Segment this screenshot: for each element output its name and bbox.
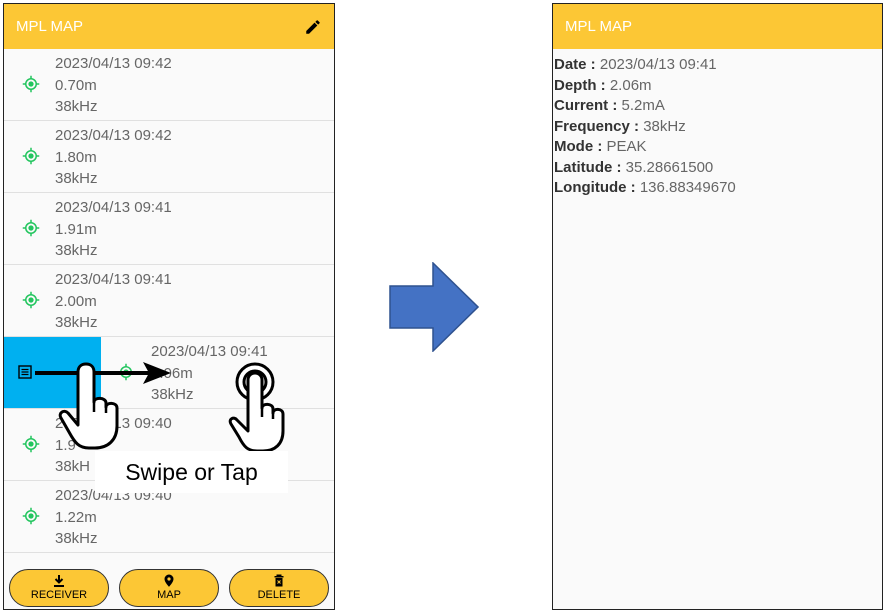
location-icon xyxy=(22,291,40,309)
item-frequency: 38kHz xyxy=(55,170,98,187)
detail-label: Frequency : xyxy=(554,117,640,135)
detail-row: Frequency : 38kHz xyxy=(554,117,881,138)
receiver-label: RECEIVER xyxy=(30,589,88,601)
detail-row: Current : 5.2mA xyxy=(554,96,881,117)
trash-icon xyxy=(274,574,284,587)
detail-value: 38kHz xyxy=(643,117,686,135)
details-icon xyxy=(18,365,32,379)
location-icon xyxy=(22,507,40,525)
item-depth: 0.70m xyxy=(55,76,97,94)
detail-label: Longitude : xyxy=(554,179,636,196)
detail-label: Depth : xyxy=(554,76,606,94)
delete-button[interactable]: DELETE xyxy=(229,568,329,607)
location-icon xyxy=(22,147,40,165)
detail-value: 136.88349670 xyxy=(639,179,736,196)
detail-value: 5.2mA xyxy=(621,97,665,114)
detail-label: Current : xyxy=(554,97,618,114)
detail-row: Mode : PEAK xyxy=(554,137,881,158)
list-item[interactable]: 2023/04/13 09:42 1.80m 38kHz xyxy=(4,121,334,193)
detail-value: 2.06m xyxy=(609,76,652,94)
detail-label: Date : xyxy=(554,56,596,73)
detail-value: 35.28661500 xyxy=(625,158,714,176)
item-frequency: 38kHz xyxy=(55,314,98,331)
detail-value: PEAK xyxy=(606,138,647,155)
gesture-caption: Swipe or Tap xyxy=(95,451,288,493)
hand-pointer-icon xyxy=(58,362,119,450)
detail-row: Longitude : 136.88349670 xyxy=(554,178,881,199)
detail-list: Date : 2023/04/13 09:41 Depth : 2.06m Cu… xyxy=(553,49,882,205)
item-depth: 1.22m xyxy=(55,508,97,526)
location-icon xyxy=(22,435,40,453)
item-date: 2023/04/13 09:41 xyxy=(55,271,172,288)
item-frequency: 38kHz xyxy=(55,530,98,547)
item-depth: 1.80m xyxy=(55,148,97,166)
map-pin-icon xyxy=(164,574,174,587)
detail-label: Latitude : xyxy=(554,158,622,176)
item-date: 2023/04/13 09:42 xyxy=(55,55,172,72)
item-date: 2023/04/13 09:42 xyxy=(55,127,172,144)
receiver-button[interactable]: RECEIVER xyxy=(9,568,109,607)
item-frequency: 38kHz xyxy=(55,98,98,115)
list-screen: MPL MAP 2023/04/13 09:42 0.70m 38kHz 202… xyxy=(3,3,335,610)
map-button[interactable]: MAP xyxy=(119,568,219,607)
right-arrow-icon xyxy=(389,262,479,352)
tap-gesture-icon xyxy=(228,362,285,453)
detail-row: Depth : 2.06m xyxy=(554,76,881,97)
list-item[interactable]: 2023/04/13 09:41 2.00m 38kHz xyxy=(4,265,334,337)
edit-icon[interactable] xyxy=(304,18,322,36)
detail-value: 2023/04/13 09:41 xyxy=(599,56,717,73)
item-depth: 2.00m xyxy=(55,292,97,310)
detail-row: Date : 2023/04/13 09:41 xyxy=(554,55,881,76)
map-label: MAP xyxy=(157,589,181,601)
delete-label: DELETE xyxy=(257,589,301,601)
detail-label: Mode : xyxy=(554,138,603,155)
download-icon xyxy=(54,575,64,587)
app-bar: MPL MAP xyxy=(553,4,882,49)
item-depth: 1.91m xyxy=(55,220,97,238)
location-icon xyxy=(22,219,40,237)
app-bar: MPL MAP xyxy=(4,4,334,49)
bottom-bar: RECEIVER MAP DELETE xyxy=(4,566,334,609)
list-item[interactable]: 2023/04/13 09:41 1.91m 38kHz xyxy=(4,193,334,265)
app-title: MPL MAP xyxy=(565,18,632,35)
detail-row: Latitude : 35.28661500 xyxy=(554,158,881,179)
location-icon xyxy=(22,75,40,93)
item-date: 2023/04/13 09:41 xyxy=(55,199,172,216)
detail-screen: MPL MAP Date : 2023/04/13 09:41 Depth : … xyxy=(552,3,883,610)
item-frequency: 38kHz xyxy=(55,242,98,259)
list-item[interactable]: 2023/04/13 09:42 0.70m 38kHz xyxy=(4,49,334,121)
app-title: MPL MAP xyxy=(16,18,83,35)
